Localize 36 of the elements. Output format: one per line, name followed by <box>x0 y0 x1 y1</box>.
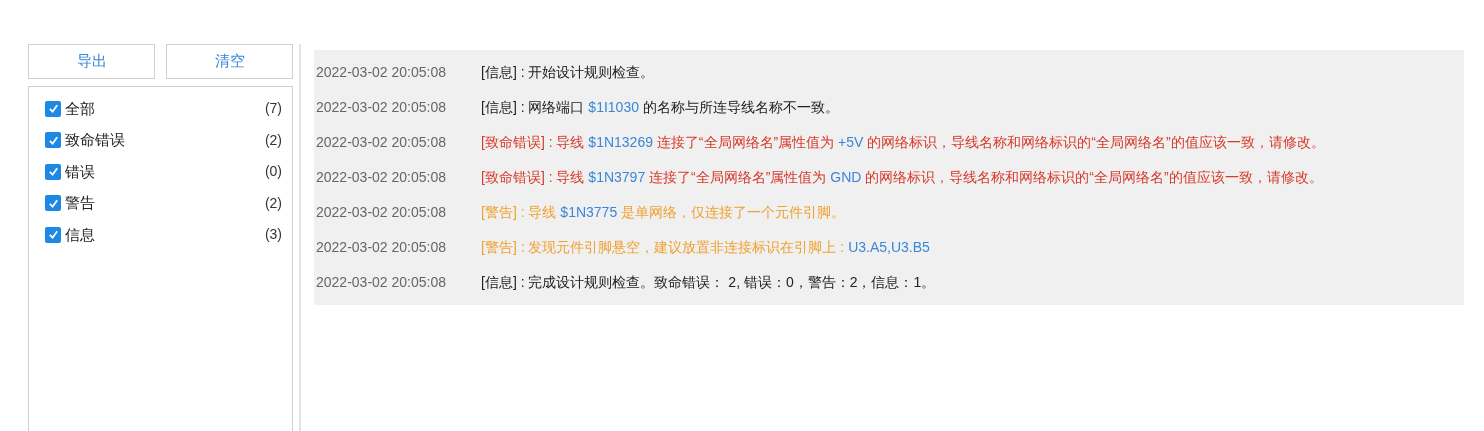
log-message: [信息] : 完成设计规则检查。致命错误： 2, 错误：0，警告：2，信息：1。 <box>481 273 936 292</box>
checkbox[interactable] <box>45 163 61 180</box>
filter-count: (0) <box>264 162 282 182</box>
log-timestamp: 2022-03-02 20:05:08 <box>316 203 447 222</box>
log-message: [致命错误] : 导线 $1N3797 连接了“全局网络名”属性值为 GND 的网络标识，导线名称和网络标识的“全局网络名”的值应该一致，请修改。 <box>481 168 1323 187</box>
log-timestamp: 2022-03-02 20:05:08 <box>316 238 447 257</box>
log-timestamp: 2022-03-02 20:05:08 <box>316 168 447 187</box>
log-message: [警告] : 发现元件引脚悬空，建议放置非连接标识在引脚上 : U3.A5,U3.B5 <box>481 238 930 257</box>
filter-label: 致命错误 <box>65 130 125 150</box>
filter-label: 错误 <box>65 161 95 182</box>
log-message: [警告] : 导线 $1N3775 是单网络，仅连接了一个元件引脚。 <box>481 203 846 222</box>
checkmark-icon <box>47 197 59 209</box>
log-timestamp: 2022-03-02 20:05:08 <box>316 98 447 117</box>
filter-count: (3) <box>264 225 282 245</box>
filter-count: (7) <box>264 99 282 119</box>
log-message: [信息] : 网络端口 $1I1030 的名称与所连导线名称不一致。 <box>481 98 839 117</box>
checkmark-icon <box>47 229 59 241</box>
checkbox[interactable] <box>45 100 61 117</box>
filter-label: 信息 <box>65 224 95 245</box>
toolbar-button[interactable]: 导出 <box>28 44 155 79</box>
log-timestamp: 2022-03-02 20:05:08 <box>316 133 447 152</box>
log-timestamp: 2022-03-02 20:05:08 <box>316 63 447 82</box>
filter-label: 全部 <box>65 98 95 119</box>
checkmark-icon <box>47 166 59 178</box>
checkmark-icon <box>47 134 59 146</box>
filter-label: 警告 <box>65 193 95 213</box>
checkmark-icon <box>47 103 59 115</box>
filter-count: (2) <box>264 130 282 150</box>
checkbox[interactable] <box>45 195 61 212</box>
log-message: [信息] : 开始设计规则检查。 <box>481 63 655 82</box>
checkbox[interactable] <box>45 226 61 243</box>
log-message: [致命错误] : 导线 $1N13269 连接了“全局网络名”属性值为 +5V 的网络标识，导线名称和网络标识的“全局网络名”的值应该一致，请修改。 <box>481 133 1325 152</box>
log-timestamp: 2022-03-02 20:05:08 <box>316 273 447 292</box>
checkbox[interactable] <box>45 132 61 149</box>
filter-count: (2) <box>264 193 282 213</box>
toolbar-button[interactable]: 清空 <box>166 44 293 79</box>
